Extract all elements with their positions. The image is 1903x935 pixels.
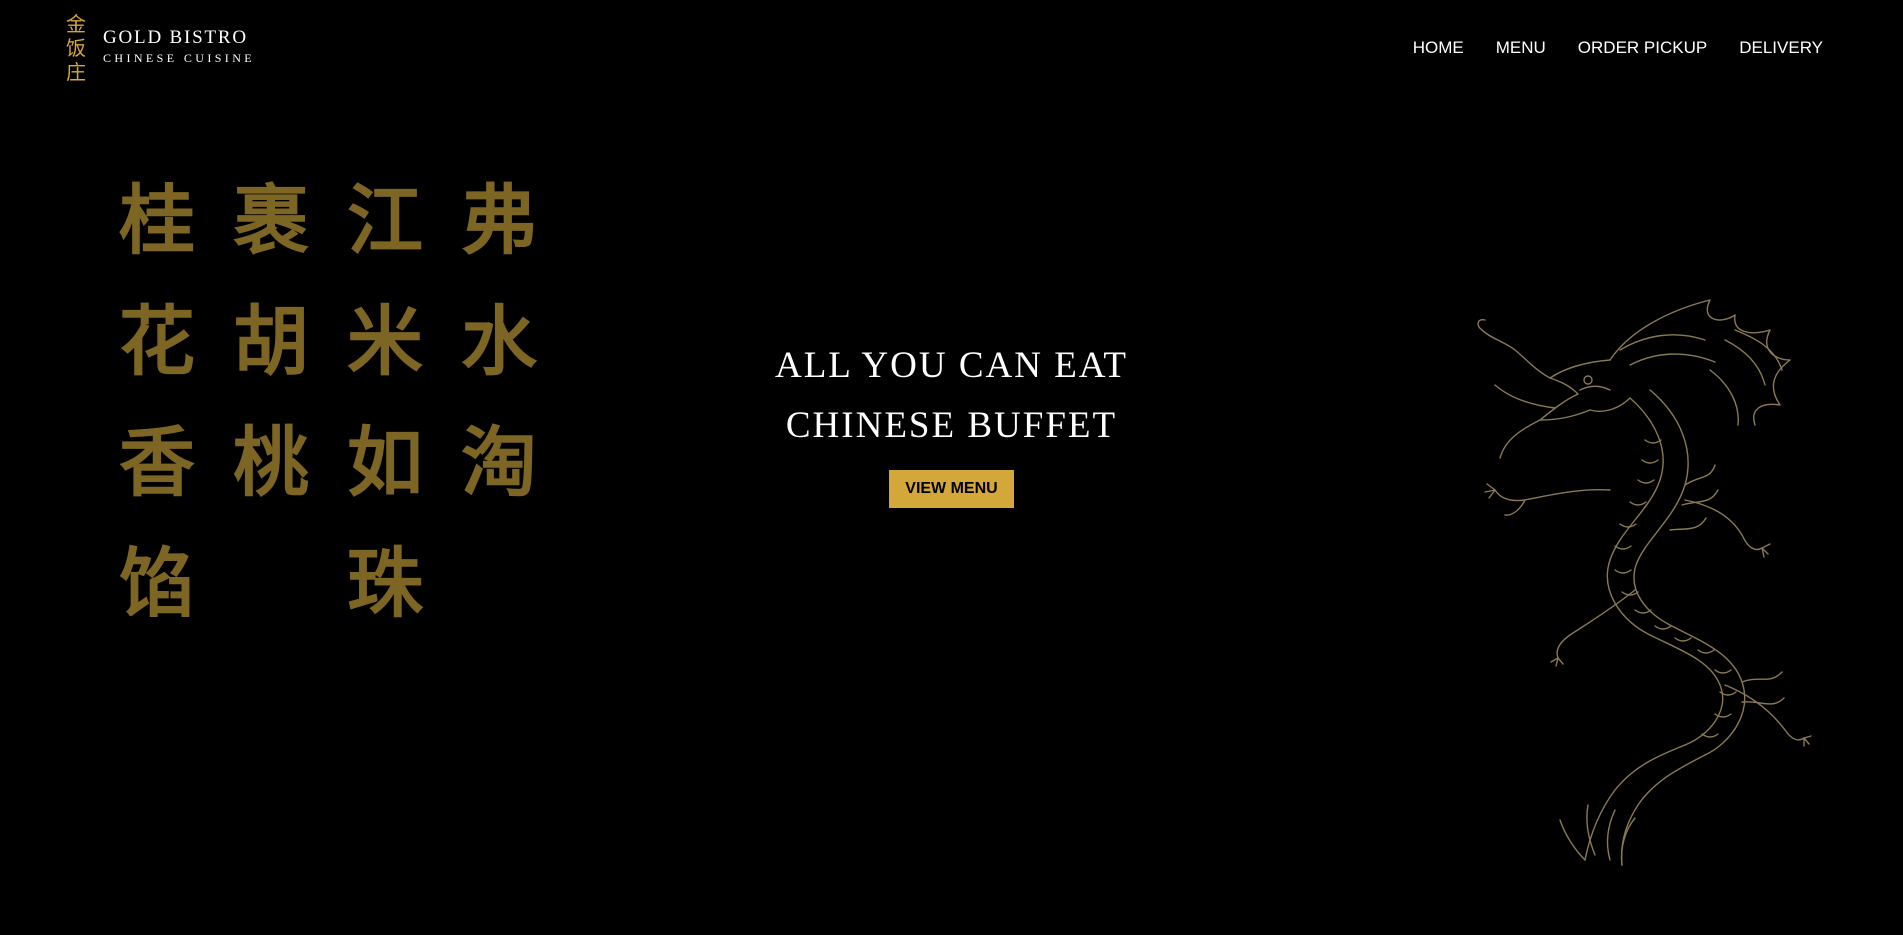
logo-char: 饭 <box>66 36 86 60</box>
brand-name: GOLD BISTRO <box>103 27 248 48</box>
brand-subtitle: CHINESE CUISINE <box>103 51 255 65</box>
calligraphy-char: 馅 <box>119 539 195 628</box>
nav-home[interactable]: HOME <box>1413 38 1464 58</box>
logo[interactable]: 金 饭 庄 GOLD BISTRO CHINESE CUISINE <box>63 12 255 84</box>
main-nav: HOME MENU ORDER PICKUP DELIVERY <box>1381 38 1823 58</box>
dragon-icon <box>1477 299 1812 866</box>
logo-char: 金 <box>66 12 86 36</box>
nav-menu[interactable]: MENU <box>1496 38 1546 58</box>
calligraphy-char: 裹 <box>233 176 309 265</box>
calligraphy-char: 桂 <box>119 176 195 265</box>
calligraphy-char: 弗 <box>461 176 537 265</box>
logo-text: GOLD BISTRO CHINESE CUISINE <box>103 28 255 66</box>
nav-order-pickup[interactable]: ORDER PICKUP <box>1578 38 1707 58</box>
calligraphy-char: 江 <box>347 176 423 265</box>
calligraphy-char: 珠 <box>347 539 423 628</box>
logo-char: 庄 <box>66 60 86 84</box>
nav-delivery[interactable]: DELIVERY <box>1739 38 1823 58</box>
view-menu-button[interactable]: VIEW MENU <box>889 470 1014 508</box>
logo-mark: 金 饭 庄 <box>63 12 89 84</box>
